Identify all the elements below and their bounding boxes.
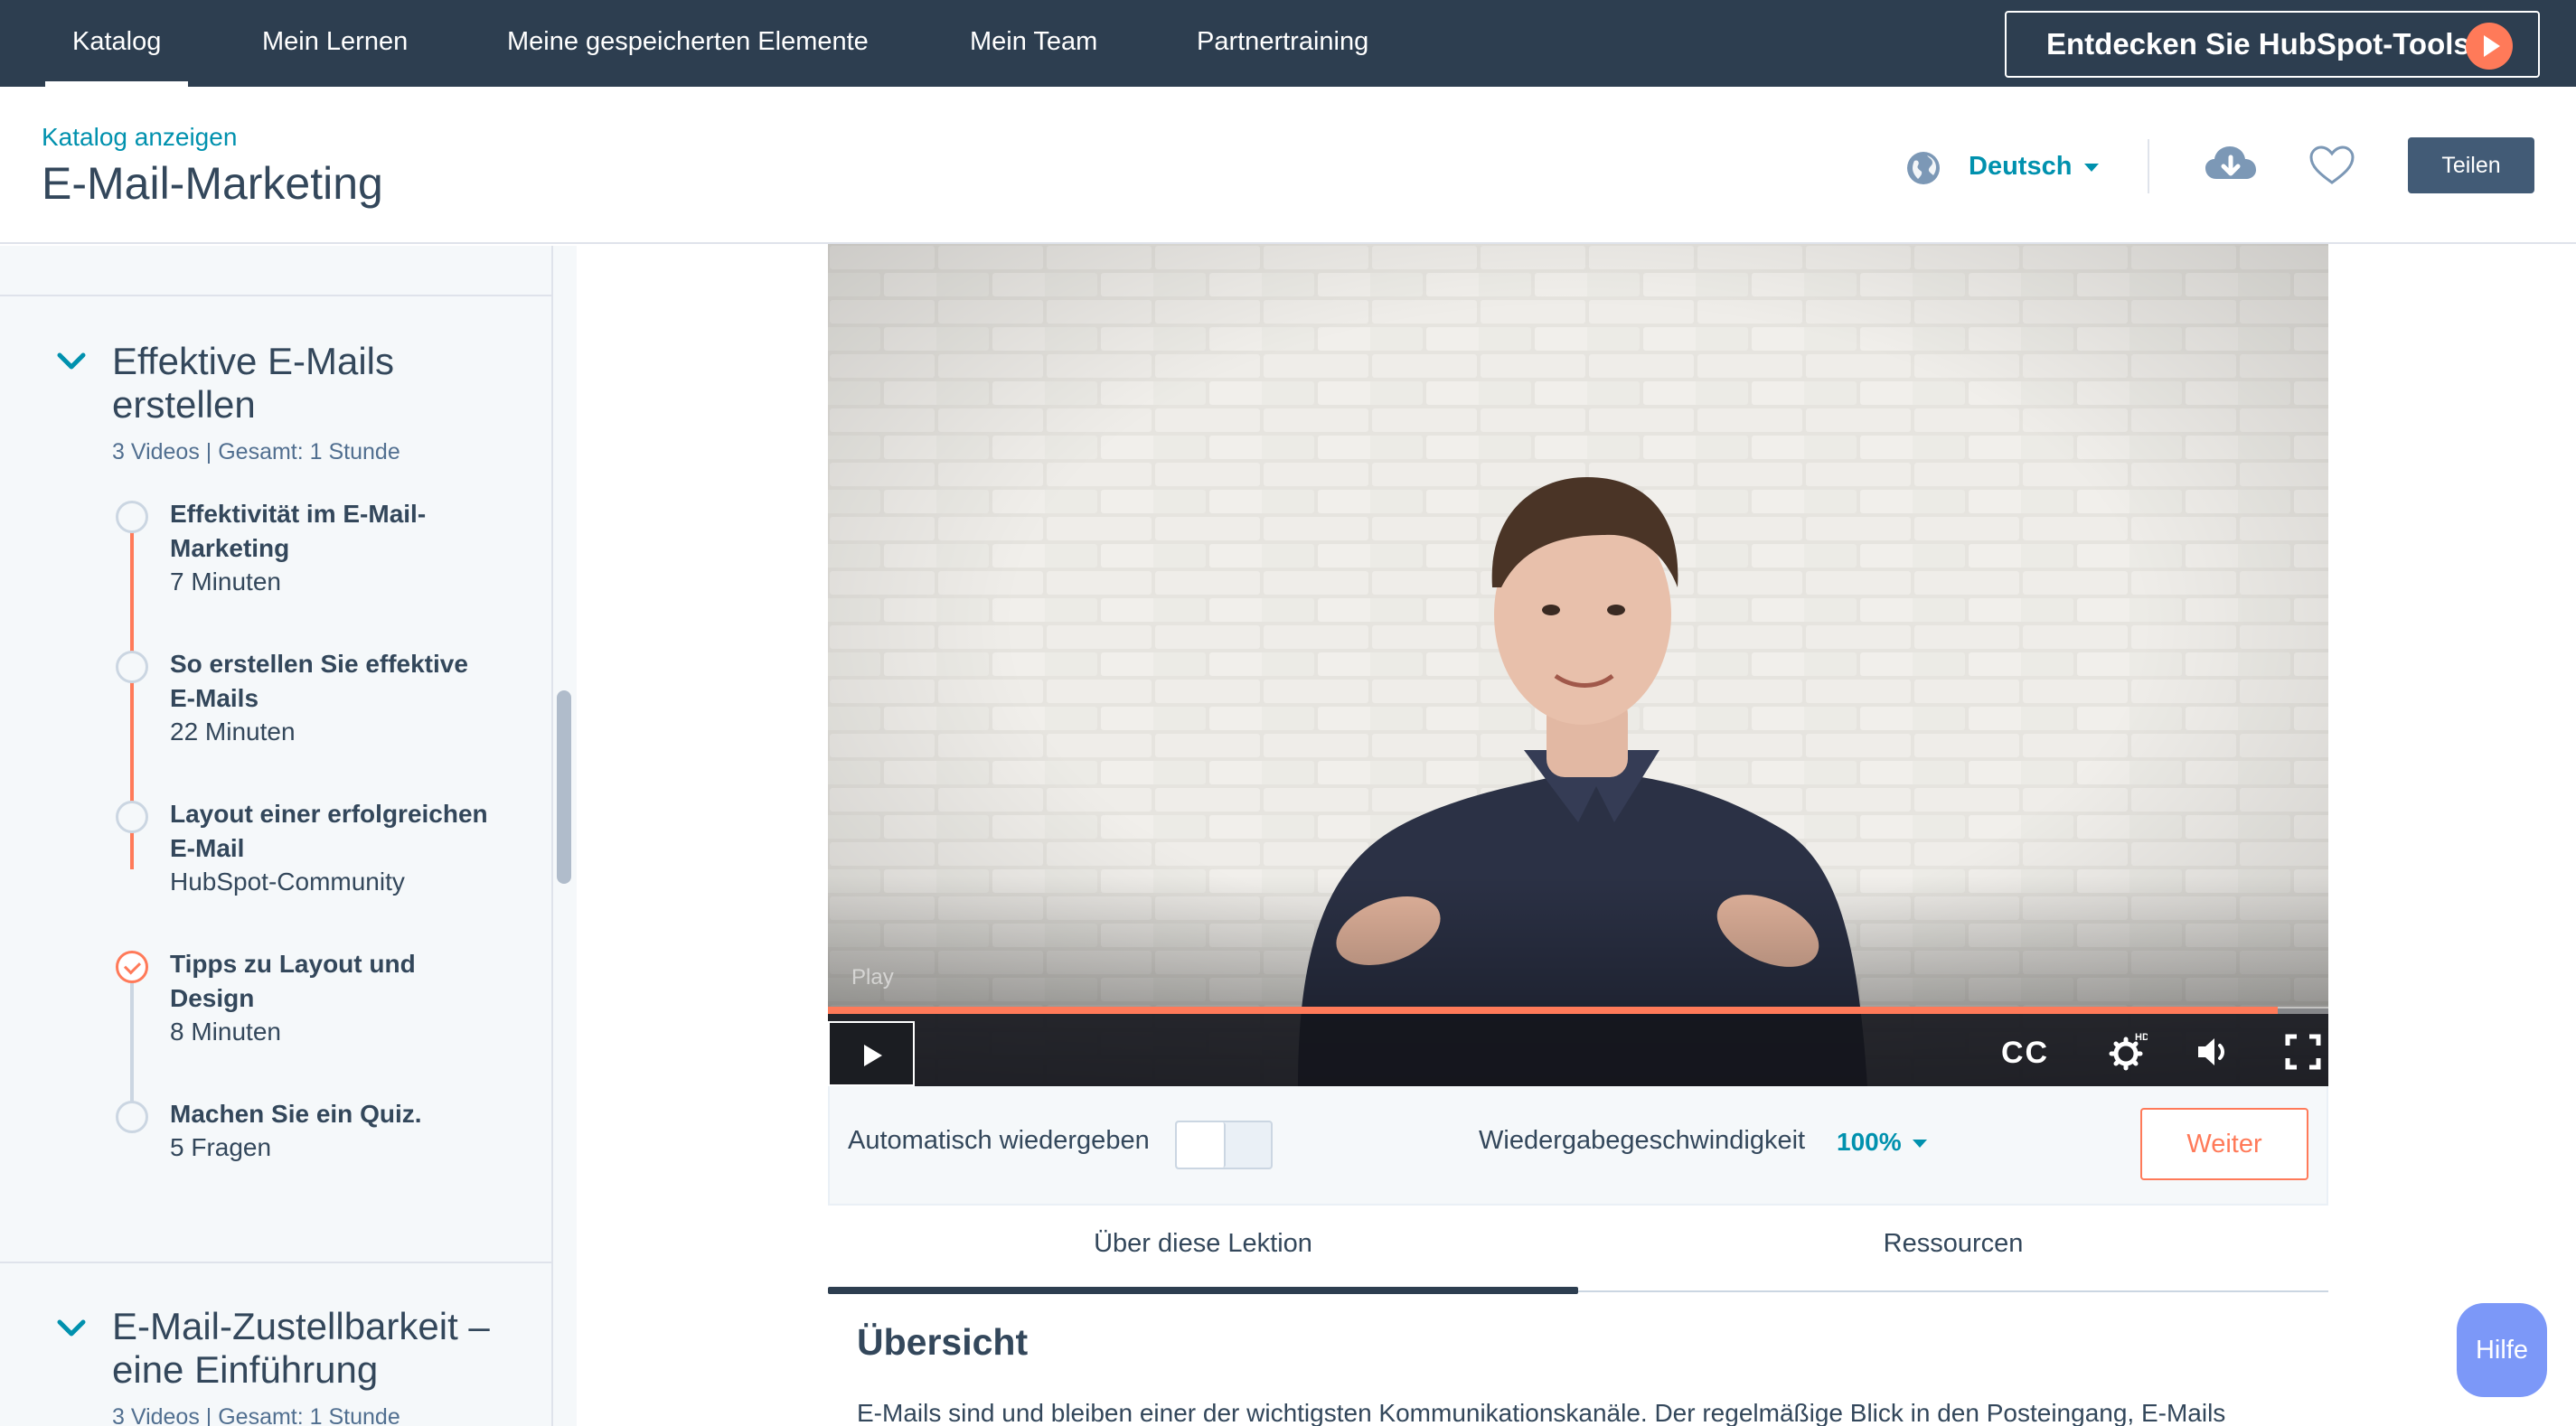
overview-heading: Übersicht <box>857 1321 1029 1363</box>
video-player[interactable]: Play CC HD <box>828 244 2328 1086</box>
top-navigation: Katalog Mein Lernen Meine gespeicherten … <box>0 0 2576 87</box>
video-progress-fill <box>828 1007 2278 1014</box>
sidebar-scrollbar[interactable] <box>557 690 571 884</box>
header-divider <box>2148 139 2149 193</box>
settings-icon[interactable]: HD <box>2108 1032 2148 1072</box>
playback-speed-label: Wiedergabegeschwindigkeit <box>1479 1126 1806 1155</box>
video-controls-bar <box>828 1009 2328 1086</box>
lesson-title[interactable]: Layout einer erfolgreichen E-Mail <box>170 797 495 866</box>
closed-captions-button[interactable]: CC <box>2001 1036 2049 1071</box>
nav-item-mein-team[interactable]: Mein Team <box>970 0 1097 87</box>
section-meta: 3 Videos | Gesamt: 1 Stunde <box>112 439 400 464</box>
heart-icon[interactable] <box>2308 145 2355 186</box>
lesson-duration: 22 Minuten <box>170 718 296 746</box>
nav-item-partnertraining[interactable]: Partnertraining <box>1197 0 1368 87</box>
playback-speed-value: 100% <box>1837 1128 1902 1156</box>
chevron-down-icon <box>2084 163 2100 172</box>
course-sidebar: Effektive E-Mails erstellen 3 Videos | G… <box>0 246 553 1426</box>
fullscreen-icon[interactable] <box>2283 1032 2323 1072</box>
language-select[interactable]: Deutsch <box>1969 152 2100 182</box>
nav-item-mein-lernen[interactable]: Mein Lernen <box>262 0 408 87</box>
progress-line <box>130 969 134 1121</box>
next-button[interactable]: Weiter <box>2140 1108 2308 1180</box>
lesson-source: HubSpot-Community <box>170 868 405 896</box>
check-icon <box>116 951 148 983</box>
lesson-duration: 8 Minuten <box>170 1018 281 1046</box>
video-frame <box>828 244 2328 1086</box>
nav-item-gespeicherte-elemente[interactable]: Meine gespeicherten Elemente <box>507 0 869 87</box>
lesson-status-icon <box>116 651 148 683</box>
cloud-download-icon[interactable] <box>2204 143 2258 186</box>
lesson-status-icon <box>116 1101 148 1133</box>
chevron-down-icon[interactable] <box>56 1318 87 1339</box>
section-divider <box>0 1262 551 1263</box>
play-icon <box>2466 23 2513 70</box>
player-options-bar: Automatisch wiedergeben Wiedergabegeschw… <box>828 1086 2328 1206</box>
overview-text: E-Mails sind und bleiben einer der wicht… <box>857 1399 2226 1426</box>
tab-resources[interactable]: Ressourcen <box>1578 1229 2328 1259</box>
page-title: E-Mail-Marketing <box>42 158 383 209</box>
lesson-title[interactable]: Machen Sie ein Quiz. <box>170 1097 495 1131</box>
explore-button-label: Entdecken Sie HubSpot-Tools <box>2046 27 2470 61</box>
hd-badge: HD <box>2135 1032 2148 1043</box>
lesson-title[interactable]: Effektivität im E-Mail-Marketing <box>170 497 495 566</box>
lesson-title[interactable]: Tipps zu Layout und Design <box>170 947 495 1016</box>
section-meta: 3 Videos | Gesamt: 1 Stunde <box>112 1404 400 1426</box>
active-tab-indicator <box>828 1287 1578 1294</box>
catalog-link[interactable]: Katalog anzeigen <box>42 123 237 152</box>
toggle-knob <box>1177 1122 1226 1168</box>
lesson-duration: 7 Minuten <box>170 568 281 596</box>
autoplay-toggle[interactable] <box>1175 1121 1273 1169</box>
nav-item-katalog[interactable]: Katalog <box>44 0 189 87</box>
play-button[interactable] <box>828 1021 915 1086</box>
sidebar-divider <box>0 295 551 296</box>
lesson-question-count: 5 Fragen <box>170 1133 272 1161</box>
play-tooltip: Play <box>851 965 894 990</box>
lesson-status-icon <box>116 801 148 833</box>
lesson-status-icon <box>116 501 148 533</box>
section-title[interactable]: Effektive E-Mails erstellen <box>112 340 528 427</box>
volume-icon[interactable] <box>2195 1032 2234 1072</box>
chevron-down-icon[interactable] <box>56 351 87 372</box>
help-button[interactable]: Hilfe <box>2457 1303 2547 1397</box>
section-title[interactable]: E-Mail-Zustellbarkeit – eine Einführung <box>112 1305 528 1392</box>
chevron-down-icon <box>1912 1140 1927 1149</box>
autoplay-label: Automatisch wiedergeben <box>848 1126 1150 1155</box>
lesson-title[interactable]: So erstellen Sie effektive E-Mails <box>170 647 495 716</box>
playback-speed-select[interactable]: 100% <box>1837 1128 1927 1157</box>
share-button[interactable]: Teilen <box>2408 137 2534 193</box>
language-select-label: Deutsch <box>1969 152 2073 181</box>
page-header: Katalog anzeigen E-Mail-Marketing Deutsc… <box>0 87 2576 244</box>
explore-hubspot-tools-button[interactable]: Entdecken Sie HubSpot-Tools <box>2005 11 2540 78</box>
tab-about-lesson[interactable]: Über diese Lektion <box>828 1229 1578 1259</box>
globe-icon <box>1907 152 1940 184</box>
